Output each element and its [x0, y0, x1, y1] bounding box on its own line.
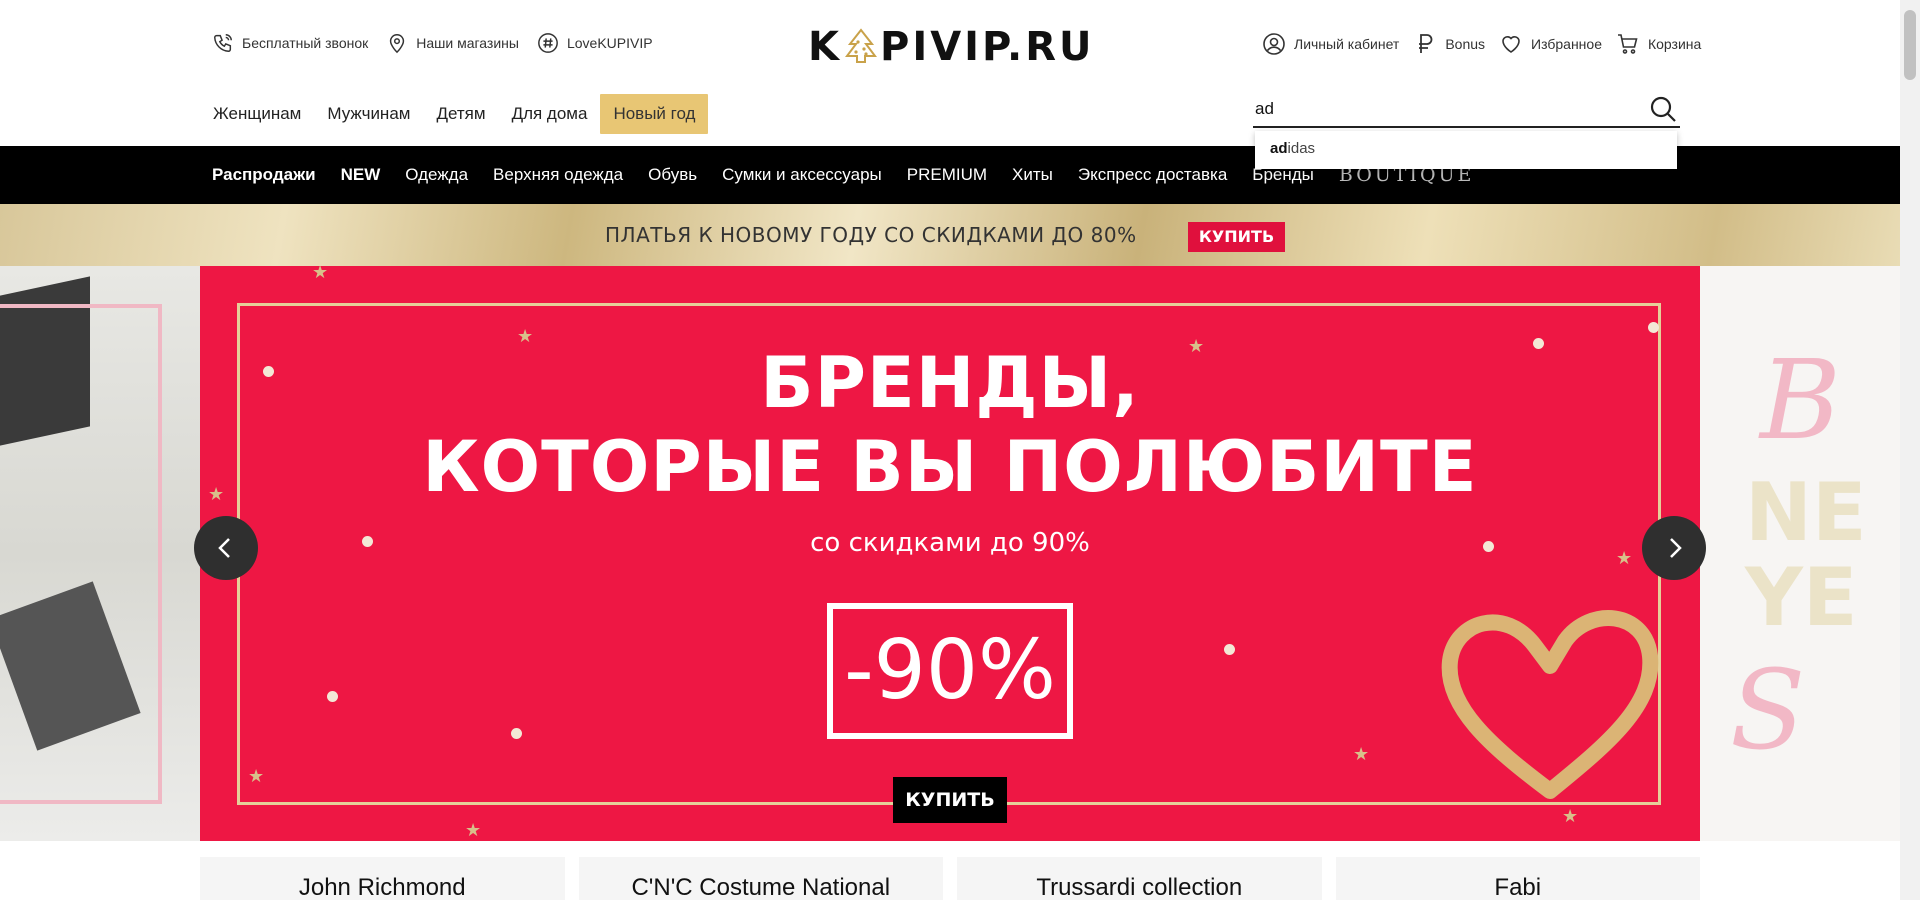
decor-dot [1648, 322, 1659, 333]
top-header: Бесплатный звонок Наши магазины LoveKUPI… [0, 0, 1900, 90]
decor-star: ★ [1353, 744, 1370, 764]
brand-card-trussardi-collection[interactable]: Trussardi collection [957, 857, 1322, 900]
chevron-left-icon [218, 538, 230, 558]
category-kids[interactable]: Детям [423, 94, 498, 134]
slide-decor-letter: YE [1745, 551, 1858, 644]
menu-sales[interactable]: Распродажи [212, 165, 316, 185]
favorites-link[interactable]: Избранное [1499, 32, 1602, 56]
slide-headline-line2: КОТОРЫЕ ВЫ ПОЛЮБИТЕ [422, 426, 1478, 508]
christmas-tree-icon [845, 28, 877, 63]
slide-decor-letter: S [1730, 646, 1806, 774]
logo-text-right: PIVIP.RU [880, 24, 1095, 70]
logo-text-left: K [808, 24, 842, 70]
ruble-icon [1419, 34, 1433, 53]
menu-bags-accessories[interactable]: Сумки и аксессуары [722, 165, 882, 185]
promo-banner[interactable]: ПЛАТЬЯ К НОВОМУ ГОДУ СО СКИДКАМИ ДО 80% … [0, 204, 1900, 266]
brand-card-fabi[interactable]: Fabi [1335, 857, 1700, 900]
bonus-link[interactable]: Bonus [1413, 32, 1485, 56]
menu-new[interactable]: NEW [341, 165, 381, 185]
promo-text: ПЛАТЬЯ К НОВОМУ ГОДУ СО СКИДКАМИ ДО 80% [605, 223, 1137, 247]
slide-subtitle: со скидками до 90% [810, 528, 1090, 558]
search-bar [1253, 92, 1680, 128]
search-suggestion[interactable]: adidas [1255, 131, 1677, 169]
slide-decor-letter: NE [1745, 466, 1867, 559]
previous-slide-preview[interactable] [0, 266, 200, 841]
utility-links-left: Бесплатный звонок Наши магазины LoveKUPI… [212, 32, 653, 54]
account-label: Личный кабинет [1294, 36, 1400, 52]
suggestion-rest: idas [1287, 140, 1316, 157]
carousel-next-button[interactable] [1642, 516, 1706, 580]
brand-card-john-richmond[interactable]: John Richmond [200, 857, 565, 900]
location-pin-icon [390, 34, 405, 54]
decor-dot [1224, 644, 1235, 655]
menu-premium[interactable]: PREMIUM [907, 165, 987, 185]
menu-clothing[interactable]: Одежда [405, 165, 468, 185]
hero-slide[interactable]: ★ ★ ★ ★ ★ ★ ★ ★ ★ БРЕНДЫ, КОТОРЫЕ ВЫ ПОЛ… [200, 266, 1700, 841]
our-stores-label: Наши магазины [416, 35, 519, 51]
account-link[interactable]: Личный кабинет [1262, 32, 1399, 56]
cart-label: Корзина [1647, 36, 1702, 52]
menu-shoes[interactable]: Обувь [648, 165, 697, 185]
menu-hits[interactable]: Хиты [1012, 165, 1053, 185]
decor-dot [511, 728, 522, 739]
user-icon [1263, 33, 1285, 55]
hashtag-icon [538, 33, 558, 53]
free-call-label: Бесплатный звонок [242, 35, 369, 51]
category-men[interactable]: Мужчинам [314, 94, 423, 134]
decor-star: ★ [312, 266, 329, 282]
bonus-label: Bonus [1445, 36, 1486, 52]
menu-express-delivery[interactable]: Экспресс доставка [1078, 165, 1227, 185]
our-stores-link[interactable]: Наши магазины [386, 32, 519, 54]
cart-link[interactable]: Корзина [1616, 32, 1701, 56]
lovekupivip-link[interactable]: LoveKUPIVIP [537, 32, 653, 54]
chevron-right-icon [1670, 538, 1682, 558]
slide-headline-line1: БРЕНДЫ, [760, 342, 1140, 424]
category-women[interactable]: Женщинам [200, 94, 314, 134]
decor-dot [327, 691, 338, 702]
search-icon[interactable] [1648, 94, 1678, 124]
category-nav: Женщинам Мужчинам Детям Для дома Новый г… [200, 94, 709, 134]
phone-icon [214, 34, 232, 52]
decor-star: ★ [465, 820, 482, 840]
utility-links-right: Личный кабинет Bonus Избранное Корзина [1262, 32, 1701, 56]
hero-carousel: B NE YE S ★ ★ ★ ★ ★ ★ ★ ★ ★ БРЕНДЫ, КОТО… [0, 266, 1900, 841]
slide-decor-letter: B [1760, 336, 1841, 464]
brand-card-cnc-costume-national[interactable]: C'N'C Costume National [578, 857, 943, 900]
heart-icon [1502, 36, 1520, 53]
cart-icon [1617, 34, 1638, 54]
category-home[interactable]: Для дома [499, 94, 601, 134]
slide-headline: БРЕНДЫ, КОТОРЫЕ ВЫ ПОЛЮБИТЕ [200, 341, 1700, 509]
brand-cards: John Richmond C'N'C Costume National Tru… [200, 857, 1700, 900]
gold-heart-icon [1441, 610, 1659, 799]
lovekupivip-label: LoveKUPIVIP [566, 35, 653, 51]
scrollbar-thumb[interactable] [1904, 10, 1916, 80]
next-slide-preview[interactable]: B NE YE S [1700, 266, 1900, 841]
decor-star: ★ [1562, 806, 1579, 826]
menu-outerwear[interactable]: Верхняя одежда [493, 165, 623, 185]
free-call-link[interactable]: Бесплатный звонок [212, 32, 368, 54]
category-new-year[interactable]: Новый год [600, 94, 709, 134]
suggestion-match: ad [1270, 140, 1288, 157]
favorites-label: Избранное [1531, 36, 1602, 52]
slide-buy-button[interactable]: КУПИТЬ [893, 777, 1007, 823]
search-input[interactable] [1253, 92, 1633, 126]
site-logo[interactable]: K PIVIP.RU [808, 24, 1095, 70]
carousel-prev-button[interactable] [194, 516, 258, 580]
page-scrollbar[interactable] [1900, 0, 1920, 900]
promo-buy-button[interactable]: КУПИТЬ [1188, 222, 1285, 252]
decor-star: ★ [248, 766, 265, 786]
slide-discount-badge: -90% [827, 603, 1073, 739]
